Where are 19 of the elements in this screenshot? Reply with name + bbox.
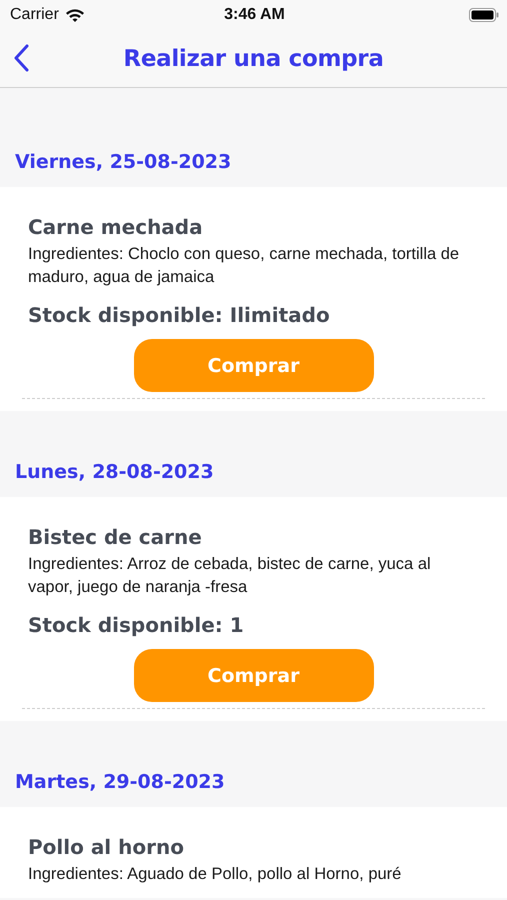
meal-ingredients: Ingredientes: Aguado de Pollo, pollo al Horno, puré: [28, 864, 402, 885]
meal-ingredients: Ingredientes: Arroz de cebada, bistec de carne, yuca al vapor, juego de naranja -fresa: [28, 554, 432, 598]
buy-button[interactable]: Comprar: [134, 339, 374, 392]
day-date: Martes, 29-08-2023: [15, 771, 225, 793]
back-icon[interactable]: [13, 44, 29, 72]
buy-button[interactable]: Comprar: [134, 649, 374, 702]
meal-name: Pollo al horno: [28, 835, 185, 859]
meal-ingredients: Ingredientes: Choclo con queso, carne mechada, tortilla de maduro, agua de jamaica: [28, 244, 460, 288]
carrier-label: Carrier: [10, 6, 59, 24]
wifi-icon: [64, 8, 85, 22]
clock-time: 3:46 AM: [224, 6, 285, 24]
battery-icon: [468, 8, 499, 22]
meal-name: Bistec de carne: [28, 525, 203, 549]
screen-title: Realizar una compra: [123, 46, 384, 72]
stock-label: Stock disponible: Ilimitado: [28, 303, 331, 327]
meal-name: Carne mechada: [28, 215, 204, 239]
day-date: Lunes, 28-08-2023: [15, 461, 214, 483]
day-date: Viernes, 25-08-2023: [15, 151, 232, 173]
stock-label: Stock disponible: 1: [28, 613, 245, 637]
